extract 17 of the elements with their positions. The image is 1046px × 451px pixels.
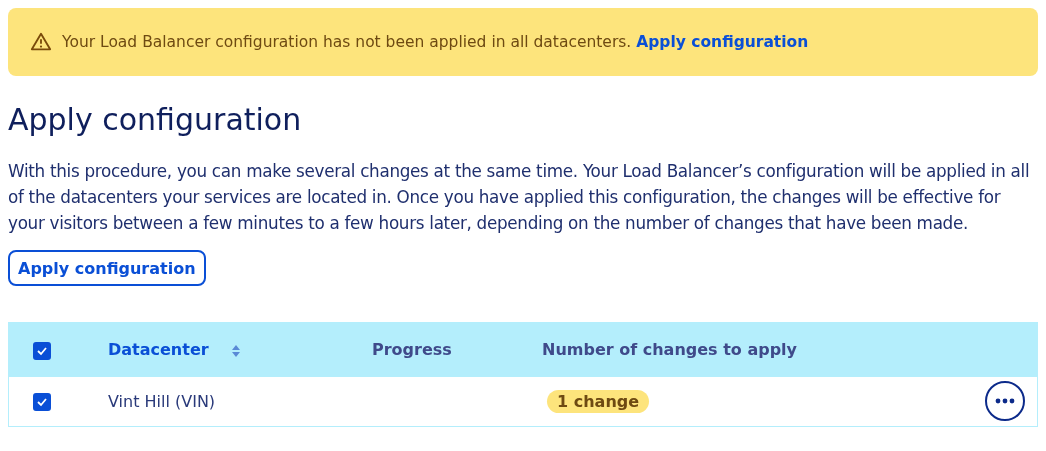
select-all-checkbox[interactable] [33,341,51,360]
check-icon [36,396,48,408]
apply-configuration-button[interactable]: Apply configuration [8,250,206,286]
column-header: Number of changes to apply [542,340,798,360]
changes-badge: 1 change [547,389,650,413]
warning-message: Your Load Balancer configuration has not been applied in all datacenters. [62,33,632,51]
actions-button[interactable] [985,381,1025,422]
sortable-column-header[interactable]: Datacenter [108,340,209,360]
description-text: With this procedure, you can make several changes at the same time. Your Load Balancer’s configuration will be applied in all of the datacenters your services are located in. Once you have applied this configuration, the changes will be effective for your visitors between a few minutes to a few hours later, depending on the number of changes that have been made. [8,160,1031,235]
page-title: Apply configuration [8,101,303,139]
row-checkbox[interactable] [33,393,51,411]
ellipsis-icon [995,398,1015,405]
warning-icon [30,31,52,53]
datacenter-cell: Vint Hill (VIN) [108,391,216,411]
sort-icon[interactable] [230,343,241,358]
column-header: Progress [372,340,452,360]
apply-configuration-link[interactable]: Apply configuration [636,33,809,51]
